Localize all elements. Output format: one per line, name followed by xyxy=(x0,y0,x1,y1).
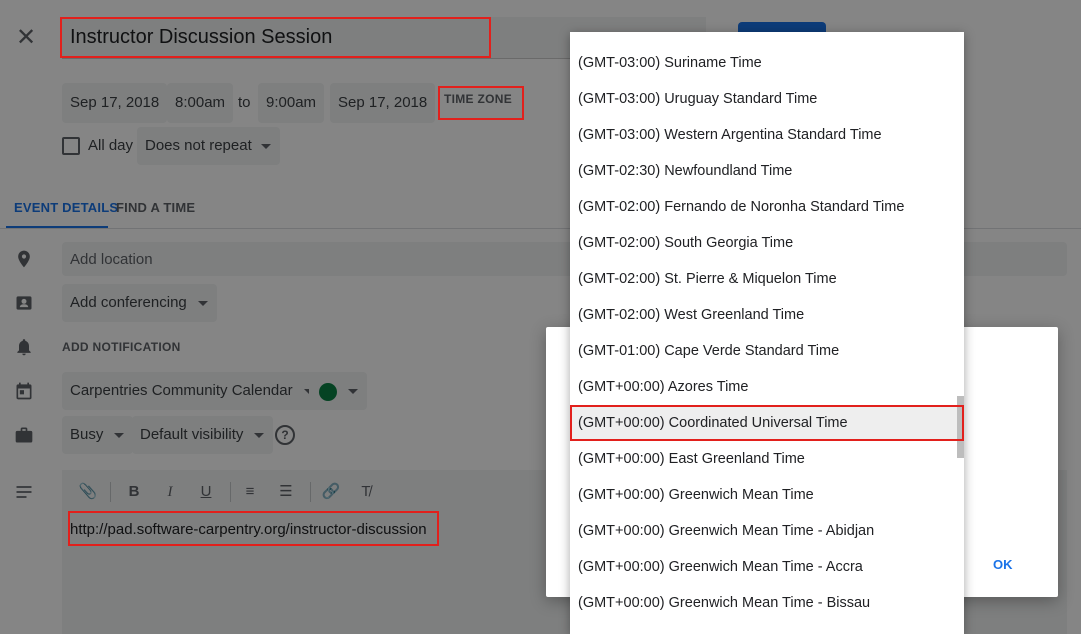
time-zone-option[interactable]: (GMT-03:00) Western Argentina Standard T… xyxy=(570,117,964,153)
time-zone-listbox[interactable]: (GMT-03:00) Suriname Time (GMT-03:00) Uru… xyxy=(570,32,964,634)
time-zone-option[interactable]: (GMT+00:00) Greenwich Mean Time - Accra xyxy=(570,549,964,585)
time-zone-option[interactable]: (GMT-03:00) Suriname Time xyxy=(570,45,964,81)
time-zone-option[interactable]: (GMT-02:00) St. Pierre & Miquelon Time xyxy=(570,261,964,297)
time-zone-option[interactable]: (GMT+00:00) Greenwich Mean Time - Abidja… xyxy=(570,513,964,549)
time-zone-option-selected[interactable]: (GMT+00:00) Coordinated Universal Time xyxy=(570,405,964,441)
time-zone-option[interactable]: (GMT-02:00) Fernando de Noronha Standard… xyxy=(570,189,964,225)
time-zone-option[interactable]: (GMT-01:00) Cape Verde Standard Time xyxy=(570,333,964,369)
listbox-scrollbar[interactable] xyxy=(957,396,964,458)
time-zone-option[interactable]: (GMT-03:00) Uruguay Standard Time xyxy=(570,81,964,117)
time-zone-option[interactable]: (GMT+00:00) Greenwich Mean Time - Bissau xyxy=(570,585,964,621)
time-zone-option[interactable]: (GMT-02:30) Newfoundland Time xyxy=(570,153,964,189)
time-zone-option[interactable]: (GMT+00:00) East Greenland Time xyxy=(570,441,964,477)
ok-button[interactable]: OK xyxy=(993,557,1013,572)
time-zone-option[interactable]: (GMT-02:00) West Greenland Time xyxy=(570,297,964,333)
time-zone-option[interactable]: (GMT+00:00) Greenwich Mean Time xyxy=(570,477,964,513)
time-zone-option[interactable]: (GMT+00:00) Azores Time xyxy=(570,369,964,405)
time-zone-option[interactable]: (GMT-02:00) South Georgia Time xyxy=(570,225,964,261)
